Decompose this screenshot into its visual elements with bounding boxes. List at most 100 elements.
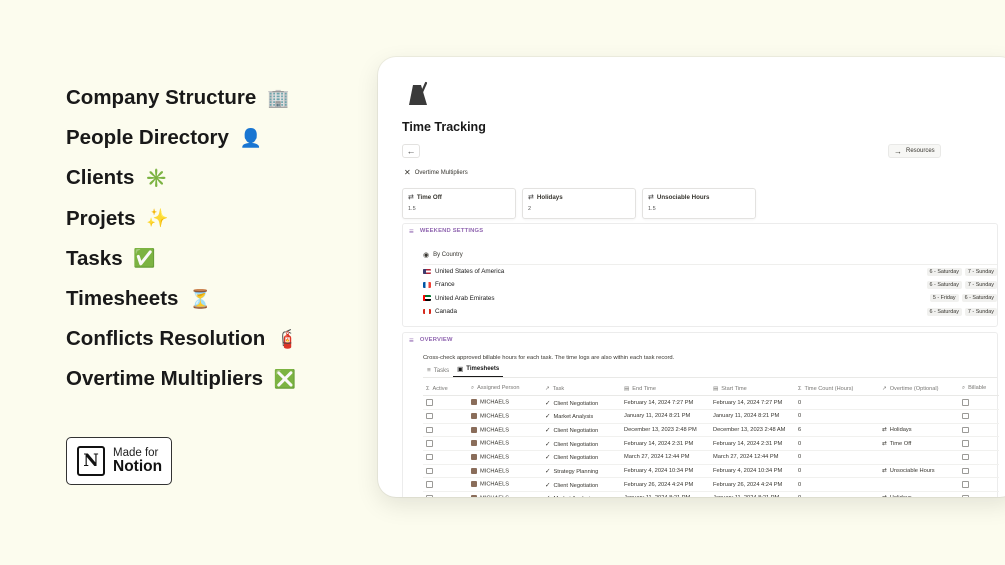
active-checkbox[interactable] <box>426 426 433 434</box>
back-button[interactable]: ← <box>402 144 420 158</box>
overtime-cell[interactable]: ⇄Holidays <box>879 491 959 497</box>
end-time-cell[interactable]: February 4, 2024 10:34 PM <box>621 464 710 479</box>
active-checkbox[interactable] <box>426 440 433 447</box>
person-cell[interactable]: MICHAELS <box>468 423 542 438</box>
overtime-cell[interactable] <box>879 477 959 492</box>
task-cell[interactable]: ✓ Strategy Planning <box>542 464 621 479</box>
start-time-cell[interactable]: March 27, 2024 12:44 PM <box>710 450 795 465</box>
start-time-cell[interactable]: February 14, 2024 7:27 PM <box>710 395 795 410</box>
task-cell[interactable]: ✓ Client Negotiation <box>542 477 621 492</box>
overtime-cell[interactable] <box>879 450 959 465</box>
active-cell[interactable] <box>423 477 468 492</box>
card-unsociable-hours[interactable]: ⇄ Unsociable Hours 1.5 <box>642 188 756 219</box>
start-time-cell[interactable]: January 11, 2024 8:21 PM <box>710 491 795 497</box>
billable-checkbox[interactable] <box>962 494 969 497</box>
active-checkbox[interactable] <box>426 412 433 420</box>
table-row[interactable]: MICHAELS ✓ Client Negotiation February 14, … <box>423 436 999 451</box>
billable-cell[interactable] <box>959 423 999 438</box>
end-time-cell[interactable]: January 11, 2024 8:21 PM <box>621 491 710 497</box>
list-item[interactable]: France 6 - Saturday 7 - Sunday <box>423 278 997 291</box>
active-cell[interactable] <box>423 491 468 497</box>
start-time-cell[interactable]: February 14, 2024 2:31 PM <box>710 436 795 451</box>
table-row[interactable]: MICHAELS ✓ Client Negotiation March 27, 202… <box>423 450 999 465</box>
table-row[interactable]: MICHAELS ✓ Client Negotiation February 14, … <box>423 395 999 410</box>
end-time-cell[interactable]: February 14, 2024 2:31 PM <box>621 436 710 451</box>
table-row[interactable]: MICHAELS✓Market AnalysisJanuary 11, 2024… <box>423 491 999 497</box>
overtime-cell[interactable] <box>879 395 959 410</box>
table-row[interactable]: MICHAELS ✓ Client Negotiation February 26, … <box>423 477 999 492</box>
end-time-cell[interactable]: February 14, 2024 7:27 PM <box>621 395 710 410</box>
card-time-off[interactable]: ⇄ Time Off 1.5 <box>402 188 516 219</box>
end-time-cell[interactable]: January 11, 2024 8:21 PM <box>621 409 710 424</box>
active-cell[interactable] <box>423 436 468 451</box>
card-holidays[interactable]: ⇄ Holidays 2 <box>522 188 636 219</box>
task-cell[interactable]: ✓ Client Negotiation <box>542 423 621 438</box>
active-cell[interactable] <box>423 450 468 465</box>
list-item[interactable]: United Arab Emirates 5 - Friday 6 - Satu… <box>423 292 997 305</box>
billable-cell[interactable] <box>959 491 999 497</box>
time-count-cell[interactable]: 0 <box>795 491 879 497</box>
table-row[interactable]: MICHAELS ✓ Strategy Planning February 4, 20… <box>423 464 999 479</box>
billable-checkbox[interactable] <box>962 440 969 447</box>
billable-cell[interactable] <box>959 395 999 410</box>
list-item[interactable]: United States of America 6 - Saturday 7 … <box>423 265 997 278</box>
table-row[interactable]: MICHAELS ✓ Client Negotiation December 13, … <box>423 423 999 438</box>
time-count-cell[interactable]: 0 <box>795 477 879 492</box>
billable-checkbox[interactable] <box>962 453 969 461</box>
tab-tasks[interactable]: ≡ Tasks <box>423 367 453 377</box>
column-header[interactable]: ▤ End Time <box>621 382 710 397</box>
active-checkbox[interactable] <box>426 467 433 475</box>
person-cell[interactable]: MICHAELS <box>468 395 542 410</box>
column-header[interactable]: ⌕ Billable <box>959 382 999 397</box>
end-time-cell[interactable]: February 26, 2024 4:24 PM <box>621 477 710 492</box>
overtime-cell[interactable] <box>879 409 959 424</box>
active-cell[interactable] <box>423 464 468 479</box>
time-count-cell[interactable]: 0 <box>795 450 879 465</box>
column-header[interactable]: Σ Time Count (Hours) <box>795 382 879 397</box>
billable-checkbox[interactable] <box>962 481 969 488</box>
start-time-cell[interactable]: December 13, 2023 2:48 AM <box>710 423 795 438</box>
billable-cell[interactable] <box>959 409 999 424</box>
overtime-cell[interactable]: ⇄ Unsociable Hours <box>879 464 959 479</box>
active-checkbox[interactable] <box>426 453 433 461</box>
group-by-country[interactable]: ◉ By Country <box>423 251 463 259</box>
person-cell[interactable]: MICHAELS <box>468 409 542 424</box>
time-count-cell[interactable]: 0 <box>795 409 879 424</box>
column-header[interactable]: ▤ Start Time <box>710 382 795 397</box>
section-heading[interactable]: ≡ OVERVIEW <box>403 333 997 347</box>
task-cell[interactable]: ✓ Client Negotiation <box>542 450 621 465</box>
billable-cell[interactable] <box>959 436 999 451</box>
billable-checkbox[interactable] <box>962 399 969 406</box>
tab-timesheets[interactable]: ▣ Timesheets <box>453 365 504 377</box>
task-cell[interactable]: ✓ Client Negotiation <box>542 395 621 410</box>
overtime-cell[interactable]: ⇄ Time Off <box>879 436 959 451</box>
active-cell[interactable] <box>423 409 468 424</box>
overtime-cell[interactable]: ⇄Holidays <box>879 423 959 438</box>
list-item[interactable]: Canada 6 - Saturday 7 - Sunday <box>423 305 997 318</box>
time-count-cell[interactable]: 0 <box>795 395 879 410</box>
section-heading[interactable]: ≡ WEEKEND SETTINGS <box>403 224 997 238</box>
billable-checkbox[interactable] <box>962 412 969 420</box>
task-cell[interactable]: ✓Market Analysis <box>542 491 621 497</box>
active-cell[interactable] <box>423 395 468 410</box>
start-time-cell[interactable]: February 4, 2024 10:34 PM <box>710 464 795 479</box>
end-time-cell[interactable]: December 13, 2023 2:48 PM <box>621 423 710 438</box>
task-cell[interactable]: ✓ Client Negotiation <box>542 436 621 451</box>
active-checkbox[interactable] <box>426 481 433 488</box>
active-checkbox[interactable] <box>426 494 433 497</box>
task-cell[interactable]: ✓Market Analysis <box>542 409 621 424</box>
column-header[interactable]: ↗ Task <box>542 382 621 397</box>
billable-checkbox[interactable] <box>962 426 969 434</box>
person-cell[interactable]: MICHAELS <box>468 450 542 465</box>
start-time-cell[interactable]: January 11, 2024 8:21 PM <box>710 409 795 424</box>
time-count-cell[interactable]: 0 <box>795 436 879 451</box>
start-time-cell[interactable]: February 26, 2024 4:24 PM <box>710 477 795 492</box>
time-count-cell[interactable]: 6 <box>795 423 879 438</box>
person-cell[interactable]: MICHAELS <box>468 436 542 451</box>
breadcrumb[interactable]: ✕ Overtime Multipliers <box>404 168 468 177</box>
billable-cell[interactable] <box>959 464 999 479</box>
billable-cell[interactable] <box>959 450 999 465</box>
billable-checkbox[interactable] <box>962 467 969 475</box>
billable-cell[interactable] <box>959 477 999 492</box>
table-row[interactable]: MICHAELS✓Market AnalysisJanuary 11, 2024… <box>423 409 999 424</box>
